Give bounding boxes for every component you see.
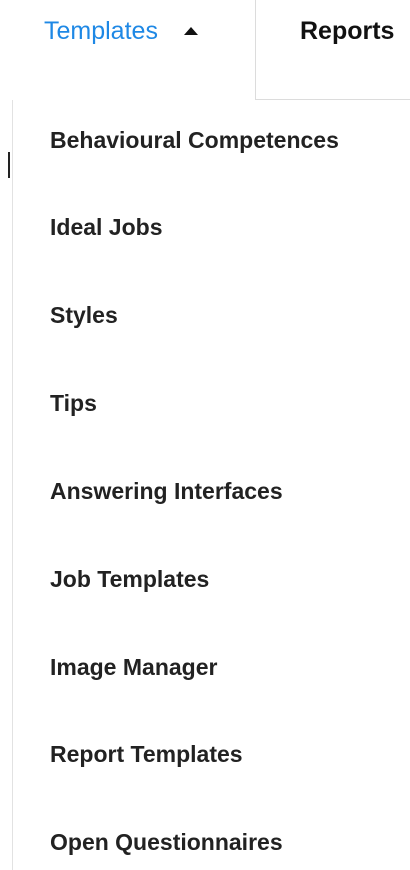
- caret-up-icon: [183, 27, 198, 35]
- menu-item-ideal-jobs[interactable]: Ideal Jobs: [50, 213, 162, 241]
- tab-reports-label: Reports: [300, 17, 395, 45]
- menu-item-tips[interactable]: Tips: [50, 389, 97, 417]
- menu-item-report-templates[interactable]: Report Templates: [50, 740, 243, 768]
- menu-item-behavioural-competences[interactable]: Behavioural Competences: [50, 126, 339, 154]
- tab-templates-label: Templates: [44, 17, 158, 45]
- menu-item-answering-interfaces[interactable]: Answering Interfaces: [50, 477, 283, 505]
- menu-item-styles[interactable]: Styles: [50, 301, 118, 329]
- menu-item-image-manager[interactable]: Image Manager: [50, 653, 217, 681]
- top-nav-tabs: Templates Reports: [0, 0, 410, 100]
- app-root: Templates Reports Behavioural Competence…: [0, 0, 410, 870]
- left-edge-marker: [8, 152, 10, 178]
- menu-item-open-questionnaires[interactable]: Open Questionnaires: [50, 828, 283, 856]
- tab-templates[interactable]: Templates: [12, 0, 255, 100]
- tab-reports[interactable]: Reports: [255, 0, 410, 100]
- menu-item-job-templates[interactable]: Job Templates: [50, 565, 209, 593]
- templates-dropdown-menu: Behavioural Competences Ideal Jobs Style…: [12, 100, 410, 870]
